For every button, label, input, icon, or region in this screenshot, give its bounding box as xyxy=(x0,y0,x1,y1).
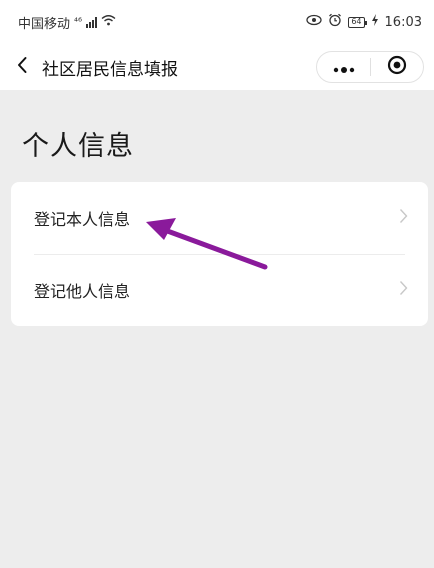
section-title: 个人信息 xyxy=(22,131,134,162)
wifi-icon xyxy=(101,14,116,30)
target-circle-icon xyxy=(387,55,407,79)
chevron-right-icon xyxy=(399,280,408,300)
chevron-left-icon xyxy=(16,56,28,78)
battery-level: 64 xyxy=(351,17,362,26)
eye-icon xyxy=(306,14,322,30)
chevron-right-icon xyxy=(399,208,408,228)
list-item-label: 登记他人信息 xyxy=(34,282,131,301)
more-button[interactable] xyxy=(317,51,370,83)
more-dots-icon xyxy=(333,58,355,77)
charging-icon xyxy=(371,14,379,30)
status-left: 中国移动 ⁴⁶ xyxy=(18,13,116,32)
close-button[interactable] xyxy=(371,51,423,83)
carrier-name: 中国移动 xyxy=(18,16,71,32)
list-item-label: 登记本人信息 xyxy=(34,210,131,229)
info-card: 登记本人信息 登记他人信息 xyxy=(11,182,428,326)
alarm-icon xyxy=(328,13,342,31)
list-item-register-self[interactable]: 登记本人信息 xyxy=(11,182,428,254)
status-bar: 中国移动 ⁴⁶ 64 16:03 xyxy=(0,0,434,44)
battery-icon: 64 xyxy=(348,16,367,28)
signal-icon xyxy=(86,16,98,28)
back-button[interactable] xyxy=(6,44,38,90)
list-item-register-others[interactable]: 登记他人信息 xyxy=(11,254,428,326)
mini-program-capsule xyxy=(316,51,424,83)
status-right: 64 16:03 xyxy=(306,13,422,31)
nav-bar: 社区居民信息填报 xyxy=(0,44,434,90)
status-time: 16:03 xyxy=(384,14,422,30)
page-title: 社区居民信息填报 xyxy=(42,59,178,80)
network-type: ⁴⁶ xyxy=(74,16,83,28)
